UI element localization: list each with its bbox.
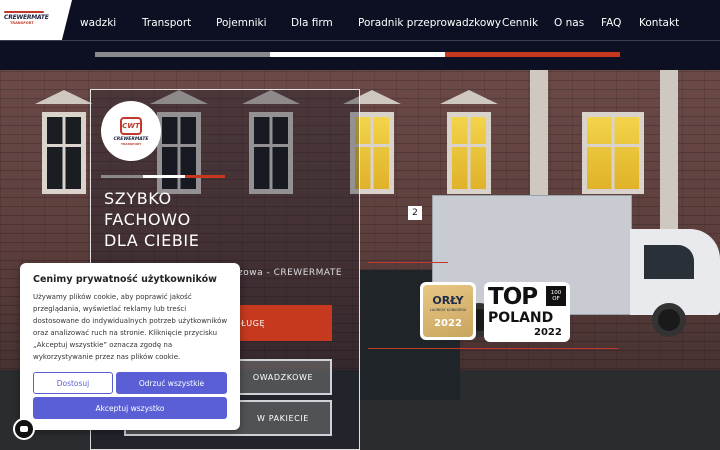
stripe-gray <box>95 52 270 57</box>
facade-window <box>42 112 86 194</box>
brand-badge: CWT CREWERMATE TRANSPORT <box>101 101 161 161</box>
nav-item-o-nas[interactable]: O nas <box>554 17 584 29</box>
facade-window-lit <box>582 112 644 194</box>
award-top-poland: POLAND <box>488 310 554 326</box>
nav-item-kontakt[interactable]: Kontakt <box>639 17 679 29</box>
reject-all-button[interactable]: Odrzuć wszystkie <box>116 372 227 394</box>
award-orly-title: ORŁY <box>432 293 464 307</box>
chat-icon[interactable] <box>13 418 35 440</box>
panel-stripe-gray <box>101 175 143 178</box>
award-top100-poland[interactable]: TOP 100 OF POLAND 2022 <box>484 282 570 342</box>
package-label: W PAKIECIE <box>257 413 309 423</box>
nav-item-przeprowadzki[interactable]: wadzki <box>80 17 116 29</box>
hero-headline-line2: FACHOWO <box>104 210 191 229</box>
cookie-body: Używamy plików cookie, aby poprawić jako… <box>33 293 228 361</box>
cookie-consent-dialog: Cenimy prywatność użytkowników Używamy p… <box>20 263 240 430</box>
award-top-badge-line2: OF <box>552 296 560 302</box>
moving-services-label: OWADZKOWE <box>252 372 314 382</box>
award-top-title: TOP <box>488 284 538 310</box>
cookie-title: Cenimy prywatność użytkowników <box>33 274 217 285</box>
customize-button[interactable]: Dostosuj <box>33 372 113 394</box>
nav-item-faq[interactable]: FAQ <box>601 17 621 29</box>
award-orly-transportu[interactable]: ORŁY LAUREAT KONKURSU 2022 <box>420 282 476 340</box>
badge-sub: TRANSPORT <box>120 141 142 146</box>
site-header: CREWERMATE TRANSPORT wadzki Transport Po… <box>0 0 720 70</box>
hero-subtitle: zowa - CREWERMATE <box>238 268 343 278</box>
nav-item-transport[interactable]: Transport <box>142 17 191 29</box>
award-orly-year: 2022 <box>434 317 462 329</box>
accept-all-button[interactable]: Akceptuj wszystko <box>33 397 227 419</box>
award-top-badge: 100 OF <box>546 286 566 306</box>
nav-item-dla-firm[interactable]: Dla firm <box>291 17 333 29</box>
nav-divider <box>0 40 720 41</box>
hero-headline-line3: DLA CIEBIE <box>104 231 200 250</box>
van-window <box>644 245 694 279</box>
hero-headline-line1: SZYBKO <box>104 189 172 208</box>
facade-window-lit <box>447 112 491 194</box>
nav-item-cennik[interactable]: Cennik <box>502 17 538 29</box>
decor-red-line <box>368 262 448 263</box>
van-wheel <box>652 303 686 337</box>
award-orly-inner: ORŁY LAUREAT KONKURSU 2022 <box>423 285 473 337</box>
nav-item-pojemniki[interactable]: Pojemniki <box>216 17 267 29</box>
nav-item-poradnik[interactable]: Poradnik przeprowadzkowy <box>358 17 501 29</box>
address-plate: 2 <box>408 206 422 220</box>
panel-stripe-white <box>143 175 185 178</box>
stripe-red <box>445 52 620 57</box>
truck-icon: CWT <box>120 116 142 135</box>
panel-stripe-red <box>185 175 225 178</box>
award-orly-sub: LAUREAT KONKURSU <box>429 307 467 312</box>
award-top-year: 2022 <box>534 327 562 338</box>
stripe-white <box>270 52 445 57</box>
decor-red-line <box>368 348 618 349</box>
